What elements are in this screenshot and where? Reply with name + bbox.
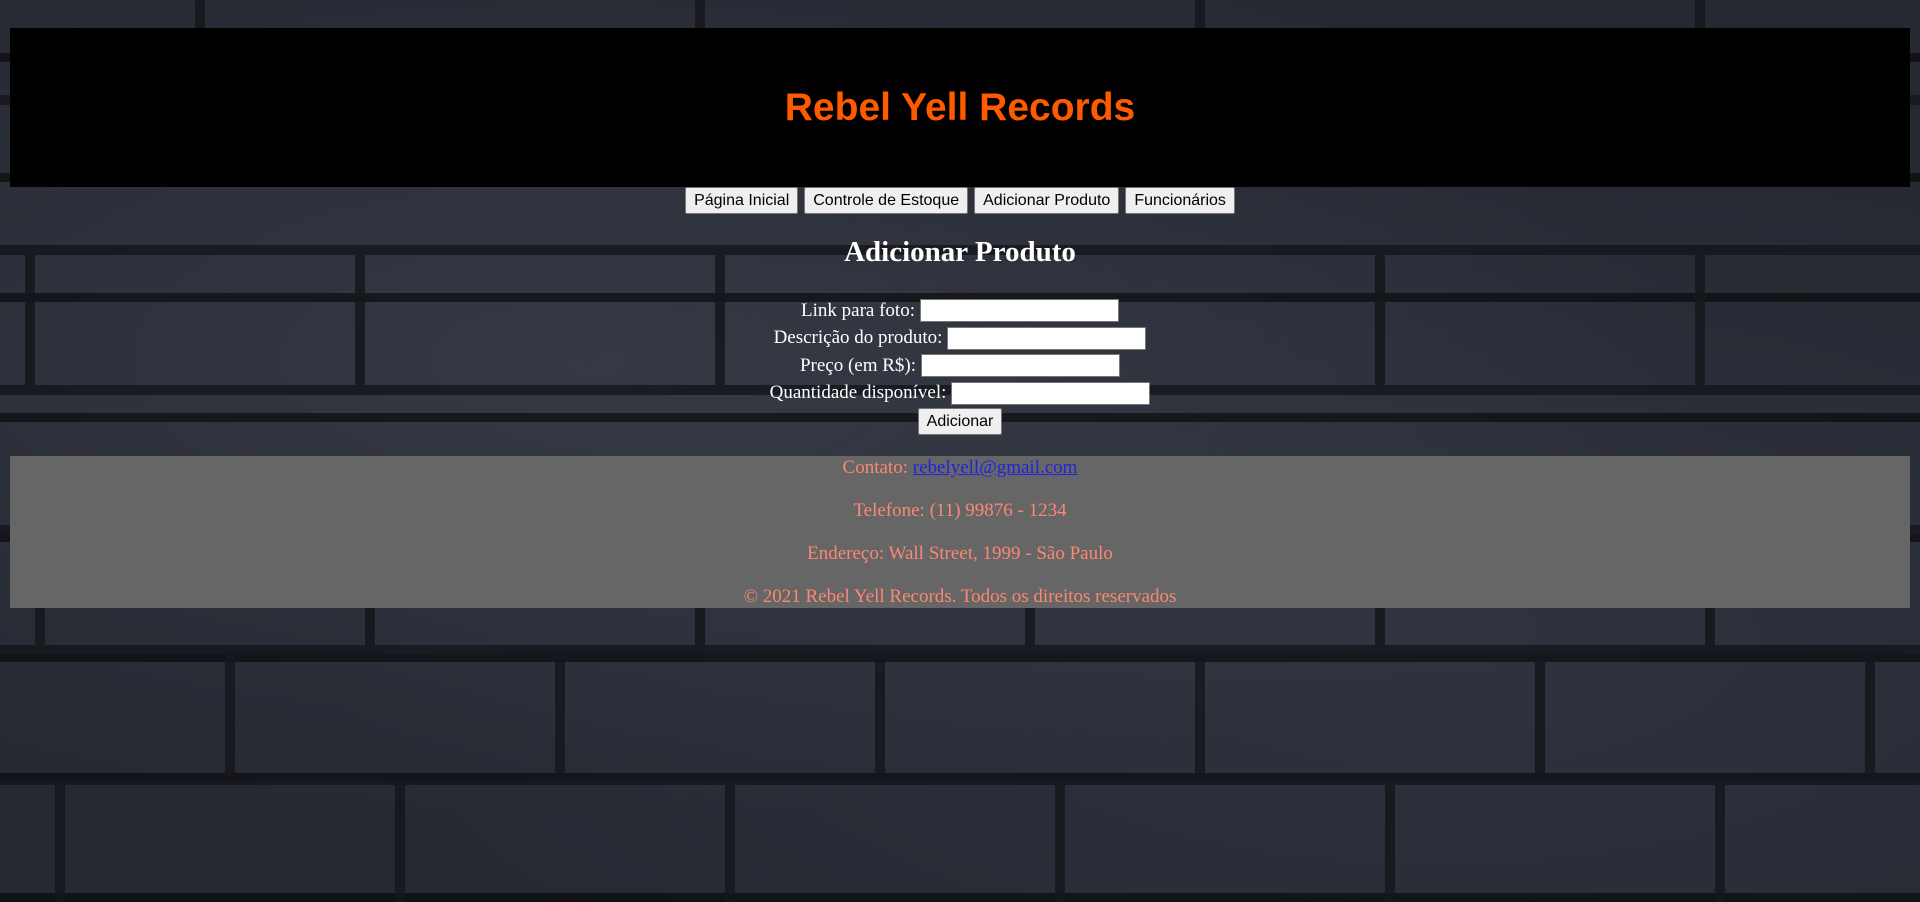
description-input[interactable] (947, 326, 1147, 350)
price-input[interactable] (921, 354, 1121, 378)
quantity-input[interactable] (951, 381, 1151, 405)
copyright-text: © 2021 Rebel Yell Records. Todos os dire… (743, 586, 1177, 607)
site-title: Rebel Yell Records (784, 85, 1136, 129)
price-label: Preço (em R$): (799, 354, 917, 376)
photo-link-row: Link para foto: (0, 297, 1920, 325)
contact-label: Contato: (842, 457, 908, 478)
nav-controle-estoque-button[interactable]: Controle de Estoque (804, 187, 969, 214)
quantity-row: Quantidade disponível: (0, 380, 1920, 408)
photo-link-input[interactable] (919, 299, 1119, 323)
description-row: Descrição do produto: (0, 325, 1920, 353)
contact-line: Contato: rebelyell@gmail.com (10, 457, 1910, 479)
price-row: Preço (em R$): (0, 352, 1920, 380)
phone-text: Telefone: (11) 99876 - 1234 (853, 500, 1067, 521)
quantity-label: Quantidade disponível: (769, 382, 947, 404)
page-title: Adicionar Produto (844, 236, 1076, 268)
photo-link-label: Link para foto: (801, 299, 915, 321)
add-product-form: Link para foto: Descrição do produto: Pr… (0, 297, 1920, 435)
nav-adicionar-produto-button[interactable]: Adicionar Produto (974, 187, 1120, 214)
address-text: Endereço: Wall Street, 1999 - São Paulo (807, 543, 1113, 564)
description-label: Descrição do produto: (773, 327, 943, 349)
submit-row: Adicionar (0, 408, 1920, 435)
site-header: Rebel Yell Records (10, 28, 1910, 187)
main-nav: Página Inicial Controle de Estoque Adici… (0, 187, 1920, 215)
nav-pagina-inicial-button[interactable]: Página Inicial (685, 187, 799, 214)
contact-email-link[interactable]: rebelyell@gmail.com (913, 457, 1078, 478)
site-footer: Contato: rebelyell@gmail.com Telefone: (… (10, 456, 1910, 608)
nav-funcionarios-button[interactable]: Funcionários (1125, 187, 1235, 214)
add-product-button[interactable]: Adicionar (917, 408, 1003, 435)
